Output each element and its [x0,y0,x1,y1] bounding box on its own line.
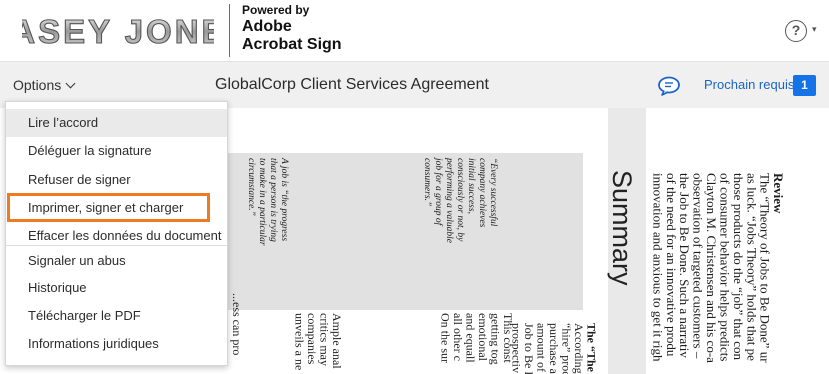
powered-by-text: Powered by [242,3,310,17]
menu-item-report-abuse[interactable]: Signaler un abus [6,247,227,275]
casey-jones-logo: CASEY JONES [22,12,214,50]
comment-icon[interactable] [657,76,681,96]
menu-divider [6,245,227,246]
adobe-text: Adobe [242,18,292,35]
review-text-column: Review The “Theory of Jobs to Be Done” ur… [650,173,787,363]
body-text-column: Ample anal critics may companies unveils a … [292,313,345,371]
app-header: CASEY JONES Powered by Adobe Acrobat Sig… [0,0,829,61]
document-title: GlobalCorp Client Services Agreement [215,76,489,93]
menu-item-delegate-signing[interactable]: Déléguer la signature [6,137,227,165]
body-text-column: ...ess can pro [230,293,244,356]
pull-quote-job-definition: A job is “the progress that a person is t… [246,158,289,246]
menu-item-legal-notices[interactable]: Informations juridiques [6,330,227,358]
next-required-count-badge[interactable]: 1 [793,75,816,96]
options-menu-button[interactable]: Options [13,77,76,93]
menu-item-read-agreement[interactable]: Lire l’accord [6,109,227,137]
help-menu-caret-icon[interactable]: ▾ [812,24,817,35]
body-text-column: The “The According “hire” proc purchase a am… [509,323,599,374]
help-icon[interactable]: ? [785,20,807,42]
acrobat-sign-text: Acrobat Sign [242,36,342,53]
brand-divider [229,4,230,57]
summary-heading: Summary [607,170,637,286]
next-required-link[interactable]: Prochain requis [704,77,794,92]
options-dropdown-menu: Lire l’accord Déléguer la signature Refu… [5,101,228,366]
body-text-column: This const getting tog emotional and equall… [438,313,516,365]
pull-quote-success: “Every successful company achieves initial… [422,158,498,243]
menu-item-history[interactable]: Historique [6,274,227,302]
menu-item-decline-to-sign[interactable]: Refuser de signer [6,166,227,194]
chevron-down-icon [65,78,76,89]
svg-text:CASEY JONES: CASEY JONES [22,13,214,50]
menu-item-download-pdf[interactable]: Télécharger le PDF [6,302,227,330]
menu-item-print-sign-upload[interactable]: Imprimer, signer et charger [6,194,227,222]
options-label: Options [13,77,62,93]
powered-by-adobe-sign: Powered by Adobe Acrobat Sign [242,4,342,53]
